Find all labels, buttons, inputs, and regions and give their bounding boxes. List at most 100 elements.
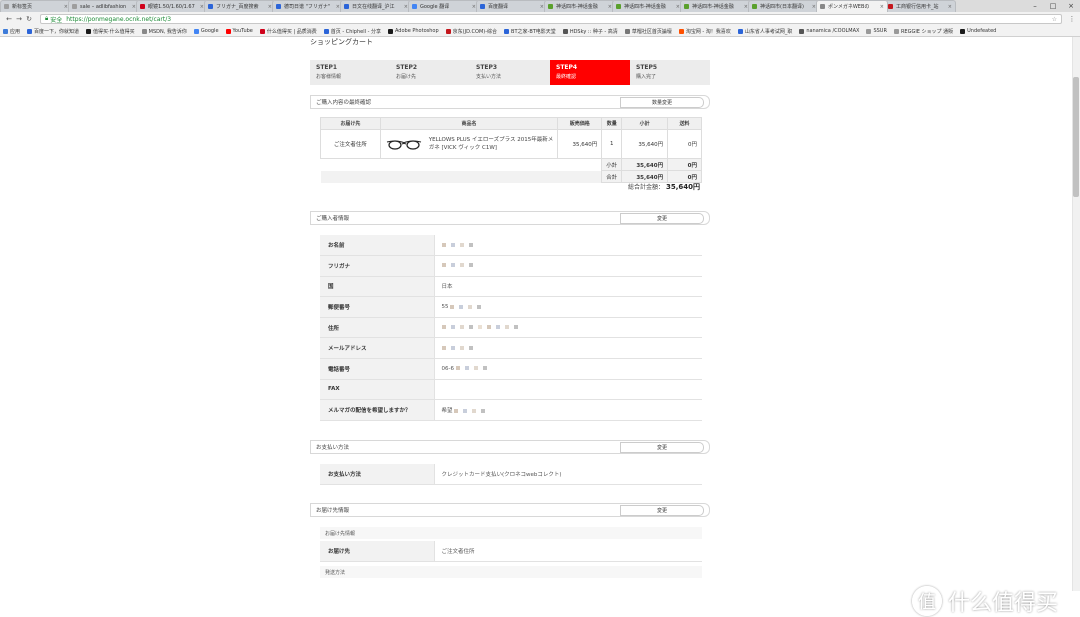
browser-tab[interactable]: 百度翻译 × bbox=[476, 0, 548, 12]
bookmark-icon bbox=[323, 28, 329, 34]
lock-icon: 🔒︎ bbox=[45, 15, 49, 22]
bookmark-item[interactable]: 值得买·什么值得买 bbox=[86, 28, 135, 35]
url-text: https://ponmegane.ocnk.net/cart/3 bbox=[66, 15, 172, 23]
menu-icon[interactable]: ⋮ bbox=[1068, 15, 1076, 23]
table-row: メールアドレス bbox=[320, 337, 702, 360]
payment-label: お支払い方法 bbox=[320, 464, 435, 486]
bookmark-item[interactable]: 首页 - Chiphell - 分享 bbox=[323, 28, 381, 35]
browser-tab[interactable]: 工商银行信用卡_站 × bbox=[884, 0, 956, 12]
bookmark-icon bbox=[193, 28, 199, 34]
browser-tab[interactable]: 神话四市-神话金融 × bbox=[612, 0, 684, 12]
browser-tab[interactable]: 神话四市-神话金融 × bbox=[680, 0, 752, 12]
tab-label: 神话四市(日本翻译) bbox=[760, 4, 804, 10]
redacted-mark bbox=[450, 304, 455, 309]
redacted-mark bbox=[441, 325, 446, 330]
grand-total-label: 総合計金額： bbox=[628, 184, 665, 191]
field-label: FAX bbox=[320, 379, 435, 401]
redacted-mark bbox=[472, 408, 477, 413]
field-value bbox=[434, 379, 702, 401]
close-tab-icon[interactable]: × bbox=[948, 4, 952, 10]
favicon-icon bbox=[412, 4, 417, 9]
browser-tab[interactable]: フリガナ_百度搜索 × bbox=[204, 0, 276, 12]
table-row: ご注文者住所 YELLOWS PLUS イエローズプラス 2015年最新メガネ … bbox=[320, 129, 702, 159]
browser-tab[interactable]: ポンメガネWEBの × bbox=[816, 0, 888, 12]
favicon-icon bbox=[208, 4, 213, 9]
bookmark-label: 值得买·什么值得买 bbox=[93, 28, 135, 35]
browser-tab[interactable]: 神话四市(日本翻译) × bbox=[748, 0, 820, 12]
browser-tab[interactable]: sale – adlibfashion × bbox=[68, 0, 140, 12]
bookmark-item[interactable]: BT之家-BT电影天堂 bbox=[504, 28, 556, 35]
bookmark-label: Undefeated bbox=[967, 28, 997, 34]
bookmark-item[interactable]: nanamica /COOLMAX bbox=[799, 28, 859, 34]
field-label: メールアドレス bbox=[320, 337, 435, 360]
url-input[interactable]: 🔒︎ 安全 https://ponmegane.ocnk.net/cart/3 … bbox=[40, 14, 1062, 24]
scrollbar-thumb[interactable] bbox=[1073, 77, 1079, 197]
bookmark-item[interactable]: Undefeated bbox=[960, 28, 996, 34]
bookmark-icon bbox=[737, 28, 743, 34]
tab-label: 眼镜1.50/1.60/1.67 bbox=[148, 4, 195, 10]
bookmark-item[interactable]: HDSky :: 种子 - 高清 bbox=[562, 28, 618, 35]
close-tab-icon[interactable]: × bbox=[880, 4, 884, 10]
redacted-mark bbox=[504, 325, 509, 330]
glasses-image[interactable] bbox=[385, 137, 423, 151]
minimize-icon[interactable]: – bbox=[1026, 0, 1044, 12]
browser-tab[interactable]: Google 翻译 × bbox=[408, 0, 480, 12]
total-label: 合計 bbox=[601, 170, 623, 183]
bookmark-item[interactable]: Google bbox=[193, 28, 219, 34]
order-section-header: ご購入内容の最終確認 数量変更 bbox=[310, 95, 710, 109]
bookmark-item[interactable]: 草榴社区首页論壇 bbox=[624, 28, 672, 35]
subtotal-shipping: 0円 bbox=[667, 158, 702, 171]
delivery-table: お届け先 ご注文者住所 bbox=[320, 541, 702, 563]
forward-icon[interactable]: → bbox=[14, 15, 24, 23]
redacted-mark bbox=[441, 263, 446, 268]
buyer-change-button[interactable]: 変更 bbox=[620, 212, 704, 224]
bookmark-item[interactable]: 什么值得买 | 品质消费 bbox=[259, 28, 317, 35]
bookmark-star-icon[interactable]: ☆ bbox=[1052, 16, 1057, 23]
col-price: 販売価格 bbox=[557, 117, 603, 130]
bookmark-item[interactable]: SSUR bbox=[866, 28, 887, 34]
bookmark-item[interactable]: YouTube bbox=[225, 28, 253, 34]
bookmark-item[interactable]: 山东省人事考试网_职 bbox=[737, 28, 792, 35]
table-row: FAX bbox=[320, 379, 702, 401]
payment-change-button[interactable]: 変更 bbox=[620, 441, 704, 453]
table-row: 郵便番号 55 bbox=[320, 296, 702, 318]
redacted-mark bbox=[473, 366, 478, 371]
bookmark-item[interactable]: 应用 bbox=[3, 28, 20, 35]
browser-tab[interactable]: 新标签页 × bbox=[0, 0, 72, 12]
redacted-mark bbox=[468, 304, 473, 309]
browser-tab[interactable]: 德司日谱 "フリガナ" × bbox=[272, 0, 344, 12]
product-name[interactable]: YELLOWS PLUS イエローズプラス 2015年最新メガネ [VICK ヴ… bbox=[429, 136, 554, 152]
total-value: 35,640円 bbox=[621, 170, 669, 183]
bookmark-item[interactable]: 淘宝网 - 淘！我喜欢 bbox=[678, 28, 731, 35]
grand-total: 総合計金額： 35,640円 bbox=[560, 182, 700, 192]
tab-label: 新标签页 bbox=[12, 4, 33, 10]
close-window-icon[interactable]: × bbox=[1062, 0, 1080, 12]
bookmark-item[interactable]: 百度一下，你就知道 bbox=[27, 28, 79, 35]
step-number: STEP4 bbox=[556, 64, 578, 71]
bookmark-icon bbox=[259, 28, 265, 34]
bookmark-icon bbox=[141, 28, 147, 34]
bookmark-item[interactable]: 京东(JD.COM)-综合 bbox=[445, 28, 497, 35]
redacted-mark bbox=[450, 242, 455, 247]
bookmark-item[interactable]: MSDN, 我告诉你 bbox=[141, 28, 187, 35]
tab-label: フリガナ_百度搜索 bbox=[216, 4, 259, 10]
bookmark-icon bbox=[866, 28, 872, 34]
browser-tab[interactable]: 眼镜1.50/1.60/1.67 × bbox=[136, 0, 208, 12]
browser-tab[interactable]: 神话四市-神话金融 × bbox=[544, 0, 616, 12]
redacted-mark bbox=[450, 263, 455, 268]
bookmark-item[interactable]: Adobe Photoshop bbox=[387, 28, 439, 34]
favicon-icon bbox=[684, 4, 689, 9]
favicon-icon bbox=[344, 4, 349, 9]
field-label: 電話番号 bbox=[320, 358, 435, 380]
step-number: STEP5 bbox=[636, 64, 658, 71]
grand-total-value: 35,640円 bbox=[665, 183, 700, 191]
scrollbar[interactable] bbox=[1072, 37, 1080, 591]
change-quantity-button[interactable]: 数量変更 bbox=[620, 96, 704, 108]
delivery-change-button[interactable]: 変更 bbox=[620, 504, 704, 516]
browser-tab[interactable]: 日文在线翻译_沪江 × bbox=[340, 0, 412, 12]
bookmark-item[interactable]: REGGIE ショップ 通販 bbox=[893, 28, 953, 35]
reload-icon[interactable]: ↻ bbox=[24, 15, 34, 23]
back-icon[interactable]: ← bbox=[4, 15, 14, 23]
maximize-icon[interactable]: □ bbox=[1044, 0, 1062, 12]
checkout-step: STEP4 最終確認 bbox=[550, 60, 630, 85]
